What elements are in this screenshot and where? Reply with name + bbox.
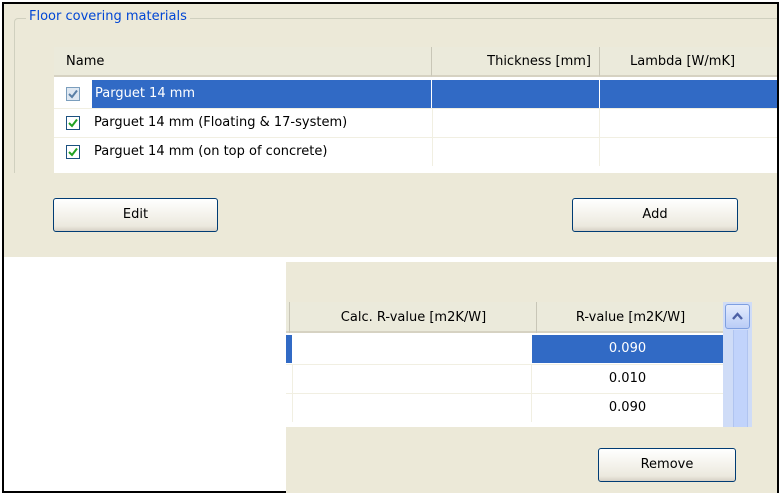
calc-r-cell [292, 394, 532, 422]
scroll-up-button[interactable] [725, 304, 750, 329]
column-divider [599, 109, 600, 137]
group-title: Floor covering materials [26, 9, 190, 24]
list-item-label: Parguet 14 mm [92, 80, 431, 108]
column-header-name[interactable]: Name [54, 47, 432, 77]
column-header-r-value[interactable]: R-value [m2K/W] [538, 302, 723, 333]
remove-button[interactable]: Remove [598, 448, 736, 482]
column-header-lambda[interactable]: Lambda [W/mK] [600, 47, 777, 77]
materials-list[interactable]: Name Thickness [mm] Lambda [W/mK] Pargue… [54, 47, 777, 173]
column-divider [286, 302, 290, 333]
list-item-label: Parguet 14 mm (on top of concrete) [94, 144, 328, 159]
add-button[interactable]: Add [572, 198, 738, 232]
r-value-cell: 0.010 [608, 371, 647, 386]
scrollbar-thumb[interactable] [733, 330, 748, 427]
table-row[interactable]: 0.090 [286, 335, 723, 363]
list-item[interactable]: Parguet 14 mm (Floating & 17-system) [54, 109, 777, 137]
values-header: Calc. R-value [m2K/W] R-value [m2K/W] [286, 302, 723, 333]
checkmark-icon [68, 147, 78, 157]
list-item-label: Parguet 14 mm (Floating & 17-system) [94, 115, 348, 130]
column-divider [432, 138, 433, 166]
checkmark-icon [68, 89, 78, 99]
checkbox[interactable] [66, 87, 80, 101]
column-header-calc-r-value[interactable]: Calc. R-value [m2K/W] [291, 302, 537, 333]
calc-r-cell [292, 335, 538, 363]
column-header-thickness[interactable]: Thickness [mm] [432, 47, 600, 77]
chevron-up-icon [732, 312, 743, 320]
checkmark-icon [68, 118, 78, 128]
checkbox[interactable] [66, 116, 80, 130]
column-divider [599, 80, 600, 108]
column-divider [599, 138, 600, 166]
calc-r-cell [292, 365, 532, 393]
checkbox[interactable] [66, 145, 80, 159]
table-row[interactable]: 0.010 [286, 365, 723, 393]
list-item[interactable]: Parguet 14 mm (on top of concrete) [54, 138, 777, 166]
r-value-cell: 0.090 [532, 335, 723, 363]
selected-row-cells [432, 80, 777, 108]
r-value-cell: 0.090 [608, 400, 647, 415]
edit-button[interactable]: Edit [53, 198, 218, 232]
column-divider [432, 109, 433, 137]
list-item[interactable]: Parguet 14 mm [54, 80, 777, 108]
table-row[interactable]: 0.090 [286, 394, 723, 422]
